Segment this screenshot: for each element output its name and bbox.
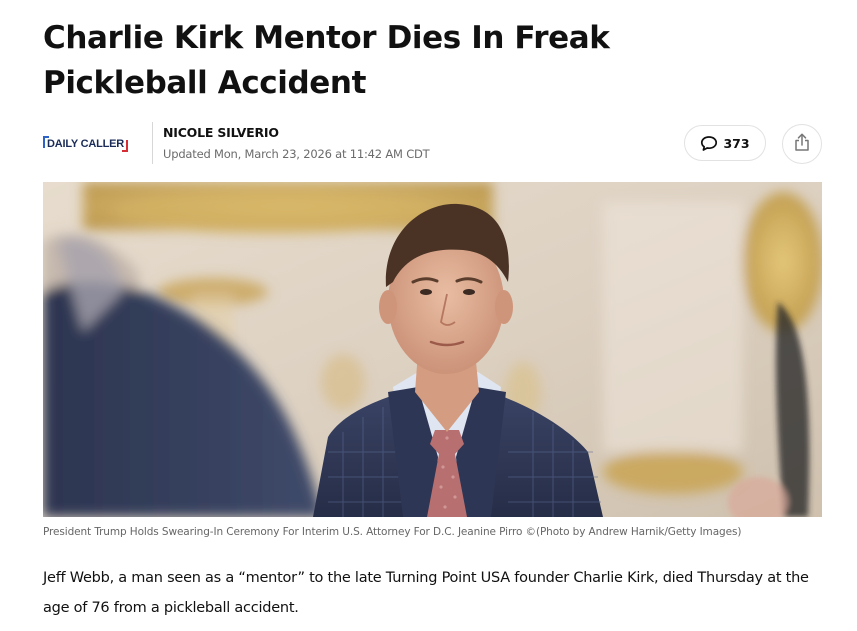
updated-timestamp: Updated Mon, March 23, 2026 at 11:42 AM …: [163, 147, 430, 161]
speech-bubble-icon: [700, 135, 718, 152]
publisher-logo[interactable]: DAILY CALLER: [43, 134, 129, 154]
article-headline: Charlie Kirk Mentor Dies In Freak Pickle…: [43, 20, 610, 101]
author-name[interactable]: NICOLE SILVERIO: [163, 125, 430, 141]
comments-button[interactable]: 373: [684, 125, 766, 161]
comment-count: 373: [723, 135, 750, 151]
share-button[interactable]: [782, 124, 822, 164]
byline-divider: [152, 122, 153, 164]
byline-row: DAILY CALLER NICOLE SILVERIO Updated Mon…: [43, 122, 822, 166]
article: Charlie Kirk Mentor Dies In Freak Pickle…: [43, 0, 822, 616]
article-photo[interactable]: [43, 182, 822, 517]
photo-caption: President Trump Holds Swearing-In Ceremo…: [43, 526, 742, 538]
author-block: NICOLE SILVERIO Updated Mon, March 23, 2…: [163, 125, 430, 161]
article-body-paragraph: Jeff Webb, a man seen as a “mentor” to t…: [43, 570, 809, 616]
share-icon: [793, 132, 811, 157]
publisher-logo-text: DAILY CALLER: [43, 136, 129, 152]
